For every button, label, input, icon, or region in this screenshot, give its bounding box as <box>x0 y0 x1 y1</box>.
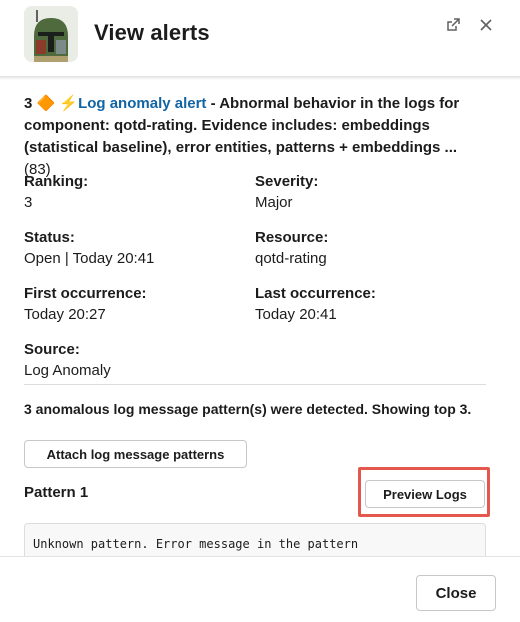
resource-label: Resource: <box>255 229 329 246</box>
modal-header: View alerts <box>0 0 520 77</box>
close-button[interactable]: Close <box>416 575 496 611</box>
status-value: Open | Today 20:41 <box>24 250 155 267</box>
last-occurrence-label: Last occurrence: <box>255 285 376 302</box>
source-label: Source: <box>24 341 80 358</box>
diamond-icon: 🔶 <box>36 95 56 112</box>
modal-title: View alerts <box>94 20 210 45</box>
first-occurrence-label: First occurrence: <box>24 285 147 302</box>
last-occurrence-value: Today 20:41 <box>255 306 337 323</box>
ranking-value: 3 <box>24 194 33 211</box>
close-icon[interactable] <box>475 14 497 36</box>
app-avatar <box>24 6 78 62</box>
alert-count: 3 <box>24 95 33 112</box>
first-occurrence-value: Today 20:27 <box>24 306 106 323</box>
divider <box>24 384 486 385</box>
helmet-icon <box>24 6 78 62</box>
scroll-shadow <box>0 77 520 80</box>
resource-value: qotd-rating <box>255 250 327 267</box>
log-anomaly-alert-link[interactable]: Log anomaly alert <box>78 95 206 112</box>
preview-logs-button[interactable]: Preview Logs <box>365 480 485 508</box>
pattern-notice: 3 anomalous log message pattern(s) were … <box>24 401 472 417</box>
modal-body[interactable]: 3 🔶 ⚡Log anomaly alert - Abnormal behavi… <box>0 77 520 556</box>
severity-value: Major <box>255 194 293 211</box>
attach-patterns-button[interactable]: Attach log message patterns <box>24 440 247 468</box>
source-value: Log Anomaly <box>24 362 111 379</box>
ranking-label: Ranking: <box>24 173 89 190</box>
lightning-icon: ⚡ <box>59 95 79 112</box>
severity-label: Severity: <box>255 173 319 190</box>
modal-footer: Close <box>0 556 520 622</box>
alert-modal: View alerts 3 🔶 ⚡Log anomaly alert - Abn… <box>0 0 520 622</box>
status-label: Status: <box>24 229 75 246</box>
alert-summary: 3 🔶 ⚡Log anomaly alert - Abnormal behavi… <box>24 93 464 181</box>
pattern-title: Pattern 1 <box>24 484 89 501</box>
open-external-icon[interactable] <box>442 14 464 36</box>
pattern-code-block: Unknown pattern. Error message in the pa… <box>24 523 486 556</box>
pattern-text: Unknown pattern. Error message in the pa… <box>33 537 359 551</box>
